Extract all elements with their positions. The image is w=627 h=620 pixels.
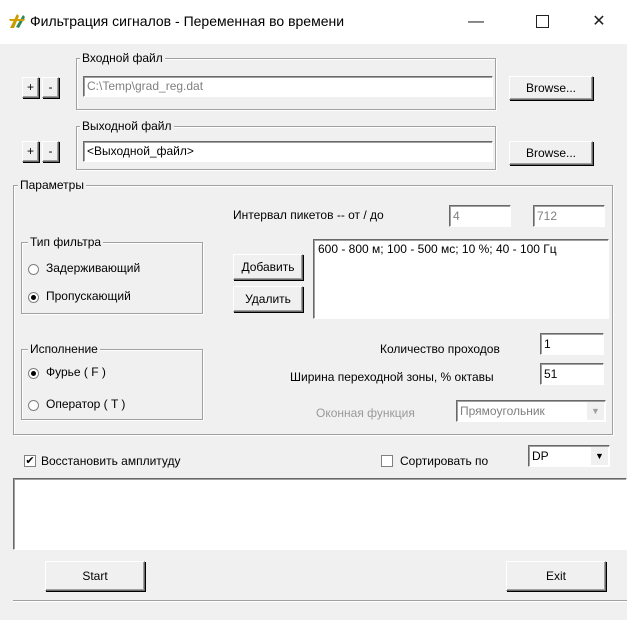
input-file-field[interactable]: C:\Temp\grad_reg.dat (83, 76, 493, 97)
radio-filter-pass[interactable] (28, 292, 39, 303)
transition-label: Ширина переходной зоны, % октавы (290, 370, 494, 384)
filter-stop-label: Задерживающий (46, 261, 141, 275)
input-remove-button[interactable]: - (42, 77, 59, 98)
filter-pass-label: Пропускающий (46, 289, 131, 303)
passes-field[interactable]: 1 (540, 333, 604, 355)
sort-checkbox[interactable] (381, 455, 393, 467)
input-add-button[interactable]: + (22, 77, 39, 98)
close-button[interactable]: ✕ (579, 8, 619, 36)
radio-exec-fourier[interactable] (28, 368, 39, 379)
restore-amplitude-checkbox[interactable]: ✔ (24, 455, 36, 467)
window-func-select[interactable]: Прямоугольник ▼ (456, 400, 606, 422)
exec-operator-label: Оператор ( T ) (46, 397, 126, 411)
input-browse-button[interactable]: Browse... (509, 76, 593, 100)
parameters-label: Параметры (18, 178, 86, 192)
maximize-icon (535, 15, 549, 29)
output-add-button[interactable]: + (22, 141, 39, 162)
radio-filter-stop[interactable] (28, 264, 39, 275)
radio-exec-operator[interactable] (28, 400, 39, 411)
transition-field[interactable]: 51 (540, 363, 604, 385)
minimize-button[interactable]: — (456, 8, 496, 36)
output-browse-button[interactable]: Browse... (509, 141, 593, 165)
passes-label: Количество проходов (380, 342, 500, 356)
exec-fourier-label: Фурье ( F ) (46, 365, 106, 379)
maximize-button[interactable] (522, 8, 562, 36)
list-item[interactable]: 600 - 800 м; 100 - 500 мс; 10 %; 40 - 10… (318, 242, 608, 256)
status-separator (13, 600, 627, 602)
interval-label: Интервал пикетов -- от / до (233, 208, 384, 222)
restore-amplitude-label: Восстановить амплитуду (41, 454, 181, 468)
filter-list[interactable]: 600 - 800 м; 100 - 500 мс; 10 %; 40 - 10… (313, 239, 609, 319)
sort-label: Сортировать по (400, 454, 489, 468)
filter-type-label: Тип фильтра (28, 235, 104, 249)
execution-label: Исполнение (28, 342, 100, 356)
chevron-down-icon: ▼ (591, 447, 608, 465)
interval-from-field[interactable]: 4 (449, 205, 511, 227)
sort-value: DP (532, 449, 549, 463)
app-icon (9, 14, 25, 28)
window-func-value: Прямоугольник (460, 404, 545, 418)
log-area[interactable] (13, 478, 627, 550)
add-button[interactable]: Добавить (233, 254, 303, 280)
close-icon: ✕ (592, 13, 606, 30)
output-file-label: Выходной файл (80, 119, 174, 133)
input-file-label: Входной файл (80, 51, 165, 65)
start-button[interactable]: Start (45, 561, 145, 591)
sort-select[interactable]: DP ▼ (528, 445, 610, 467)
interval-to-field[interactable]: 712 (533, 205, 605, 227)
chevron-down-icon: ▼ (587, 402, 604, 420)
window-title: Фильтрация сигналов - Переменная во врем… (30, 13, 345, 29)
check-icon: ✔ (25, 455, 35, 467)
delete-button[interactable]: Удалить (233, 286, 303, 312)
output-file-field[interactable]: <Выходной_файл> (83, 141, 493, 162)
output-remove-button[interactable]: - (42, 141, 59, 162)
minimize-icon: — (468, 13, 484, 30)
filter-type-group (21, 242, 203, 314)
window-func-label: Оконная функция (316, 406, 415, 420)
exit-button[interactable]: Exit (506, 561, 606, 591)
